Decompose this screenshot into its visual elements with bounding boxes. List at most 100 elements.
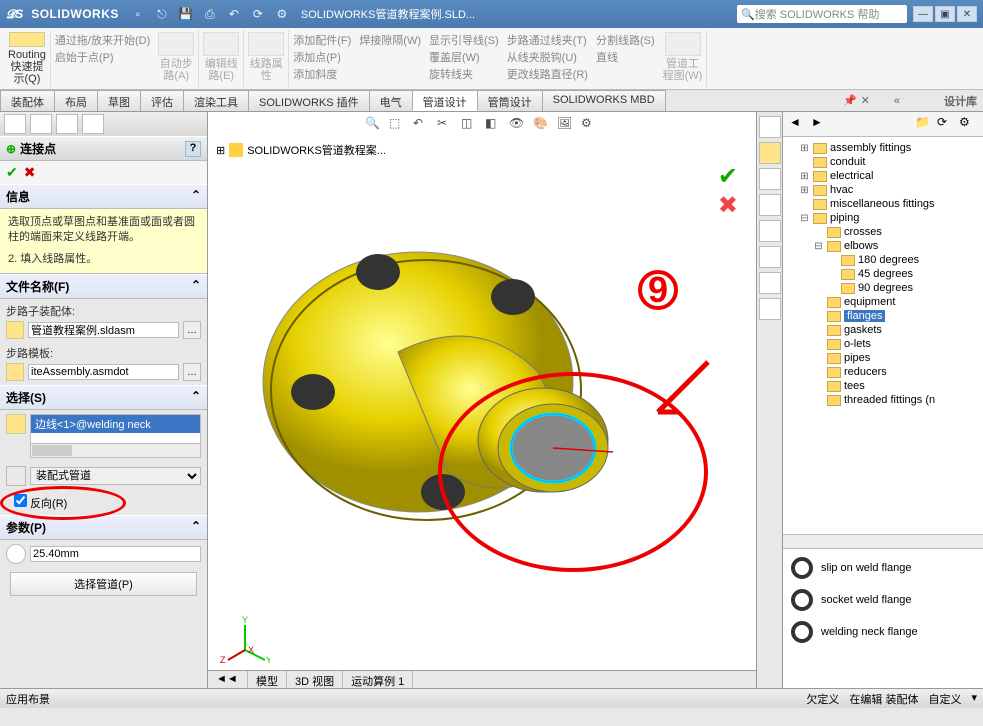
add-location-icon[interactable]: 📁 bbox=[915, 115, 933, 133]
config-manager-tab[interactable] bbox=[56, 114, 78, 134]
print-icon[interactable]: ⎙ bbox=[201, 5, 219, 23]
route-through-clip[interactable]: 步路通过线夹(T) bbox=[507, 32, 588, 48]
split-route[interactable]: 分割线路(S) bbox=[596, 32, 655, 48]
expander-icon[interactable]: ⊟ bbox=[813, 241, 824, 252]
start-at-point[interactable]: 启始于点(P) bbox=[55, 49, 150, 65]
expander-icon[interactable]: ⊟ bbox=[799, 213, 810, 224]
pm-ok-button[interactable]: ✔ bbox=[6, 164, 18, 181]
template-input[interactable] bbox=[28, 364, 179, 380]
tree-node-45-degrees[interactable]: 45 degrees bbox=[785, 267, 981, 281]
new-icon[interactable]: ▫ bbox=[129, 5, 147, 23]
preview-item-slip-on[interactable]: slip on weld flange bbox=[791, 557, 975, 579]
options-icon[interactable]: ⚙ bbox=[273, 5, 291, 23]
flange-model[interactable] bbox=[248, 172, 688, 612]
vtab-motion[interactable]: 运动算例 1 bbox=[343, 671, 413, 688]
vtab-3dview[interactable]: 3D 视图 bbox=[287, 671, 343, 688]
collapse-info-icon[interactable]: ⌃ bbox=[191, 188, 201, 205]
save-icon[interactable]: 💾 bbox=[177, 5, 195, 23]
reverse-checkbox[interactable] bbox=[14, 494, 27, 507]
editroute-group[interactable]: 编辑线 路(E) bbox=[199, 30, 244, 87]
tree-node-hvac[interactable]: ⊞hvac bbox=[785, 183, 981, 197]
tab-mbd[interactable]: SOLIDWORKS MBD bbox=[542, 90, 666, 111]
info-header[interactable]: 信息⌃ bbox=[0, 184, 207, 209]
add-point[interactable]: 添加点(P) bbox=[293, 49, 351, 65]
unhook-clip[interactable]: 从线夹脱钩(U) bbox=[507, 49, 588, 65]
display-style-icon[interactable]: ◧ bbox=[485, 116, 503, 134]
view-orientation-icon[interactable]: ◫ bbox=[461, 116, 479, 134]
tree-node-crosses[interactable]: crosses bbox=[785, 225, 981, 239]
routing-quicktips-group[interactable]: Routing 快速提 示(Q) bbox=[4, 30, 51, 87]
rotate-clip[interactable]: 旋转线夹 bbox=[429, 66, 499, 82]
tab-assembly[interactable]: 装配体 bbox=[0, 90, 55, 111]
tree-node-conduit[interactable]: conduit bbox=[785, 155, 981, 169]
start-drag-drop[interactable]: 通过拖/放来开始(D) bbox=[55, 32, 150, 48]
rebuild-icon[interactable]: ⟳ bbox=[249, 5, 267, 23]
tab-layout[interactable]: 布局 bbox=[54, 90, 98, 111]
tree-node-pipes[interactable]: pipes bbox=[785, 351, 981, 365]
custom-props-tab-icon[interactable] bbox=[759, 246, 781, 268]
flyout-tree[interactable]: ⊞ SOLIDWORKS管道教程案... bbox=[216, 142, 386, 158]
undo-icon[interactable]: ↶ bbox=[225, 5, 243, 23]
tree-node-assembly-fittings[interactable]: ⊞assembly fittings bbox=[785, 141, 981, 155]
tree-node-90-degrees[interactable]: 90 degrees bbox=[785, 281, 981, 295]
tree-node-elbows[interactable]: ⊟elbows bbox=[785, 239, 981, 253]
selection-item[interactable]: 边线<1>@welding neck bbox=[31, 415, 200, 433]
tab-addins[interactable]: SOLIDWORKS 插件 bbox=[248, 90, 370, 111]
change-diameter[interactable]: 更改线路直径(R) bbox=[507, 66, 588, 82]
file-explorer-tab-icon[interactable] bbox=[759, 168, 781, 190]
subassembly-input[interactable] bbox=[28, 322, 179, 338]
forward-icon[interactable]: ► bbox=[811, 115, 829, 133]
autoroute-group[interactable]: 自动步 路(A) bbox=[154, 30, 199, 87]
back-icon[interactable]: ◄ bbox=[789, 115, 807, 133]
browse-template-button[interactable]: … bbox=[183, 363, 201, 381]
status-unit-icon[interactable]: ▾ bbox=[971, 691, 977, 707]
prev-view-icon[interactable]: ↶ bbox=[413, 116, 431, 134]
view-triad[interactable]: Y Y Z X bbox=[220, 615, 270, 668]
zoom-area-icon[interactable]: ⬚ bbox=[389, 116, 407, 134]
tree-node-threaded-fittings-(n[interactable]: threaded fittings (n bbox=[785, 393, 981, 407]
expand-tree-icon[interactable]: ⊞ bbox=[216, 144, 225, 157]
property-manager-tab[interactable] bbox=[30, 114, 52, 134]
preview-item-socket[interactable]: socket weld flange bbox=[791, 589, 975, 611]
pm-cancel-button[interactable]: ✖ bbox=[24, 164, 36, 181]
collapse-select-icon[interactable]: ⌃ bbox=[191, 389, 201, 406]
restore-button[interactable]: ▣ bbox=[935, 6, 955, 22]
graphics-viewport[interactable]: 🔍 ⬚ ↶ ✂ ◫ ◧ 👁 🎨 🖼 ⚙ ⊞ SOLIDWORKS管道教程案...… bbox=[208, 112, 757, 688]
collapse-icon[interactable]: « bbox=[894, 95, 900, 107]
status-custom[interactable]: 自定义 bbox=[928, 691, 961, 707]
tree-node-gaskets[interactable]: gaskets bbox=[785, 323, 981, 337]
selection-list[interactable]: 边线<1>@welding neck bbox=[30, 414, 201, 444]
forum-tab-icon[interactable] bbox=[759, 272, 781, 294]
add-fitting[interactable]: 添加配件(F) bbox=[293, 32, 351, 48]
tree-node-miscellaneous-fittings[interactable]: miscellaneous fittings bbox=[785, 197, 981, 211]
tree-node-piping[interactable]: ⊟piping bbox=[785, 211, 981, 225]
hide-show-icon[interactable]: 👁 bbox=[509, 116, 527, 134]
diameter-input[interactable] bbox=[30, 546, 201, 562]
tree-node-tees[interactable]: tees bbox=[785, 379, 981, 393]
expander-icon[interactable]: ⊞ bbox=[799, 143, 810, 154]
param-header[interactable]: 参数(P)⌃ bbox=[0, 515, 207, 540]
lib-config-icon[interactable]: ⚙ bbox=[959, 115, 977, 133]
tab-render[interactable]: 渲染工具 bbox=[183, 90, 249, 111]
close-button[interactable]: ✕ bbox=[957, 6, 977, 22]
show-guidelines[interactable]: 显示引导线(S) bbox=[429, 32, 499, 48]
weld-gap[interactable]: 焊接隙隔(W) bbox=[355, 30, 425, 87]
refresh-lib-icon[interactable]: ⟳ bbox=[937, 115, 955, 133]
corner-ok-button[interactable]: ✔ bbox=[718, 162, 738, 191]
filename-header[interactable]: 文件名称(F)⌃ bbox=[0, 274, 207, 299]
tree-node-o-lets[interactable]: o-lets bbox=[785, 337, 981, 351]
section-view-icon[interactable]: ✂ bbox=[437, 116, 455, 134]
preview-item-welding-neck[interactable]: welding neck flange bbox=[791, 621, 975, 643]
tab-sketch[interactable]: 草图 bbox=[97, 90, 141, 111]
edit-appearance-icon[interactable]: 🎨 bbox=[533, 116, 551, 134]
feature-manager-tab[interactable] bbox=[4, 114, 26, 134]
help-search[interactable]: 🔍 搜索 SOLIDWORKS 帮助 bbox=[737, 5, 907, 23]
selection-scrollbar[interactable] bbox=[30, 444, 201, 458]
tree-node-180-degrees[interactable]: 180 degrees bbox=[785, 253, 981, 267]
tree-h-scrollbar[interactable] bbox=[783, 534, 983, 548]
tab-piping[interactable]: 管道设计 bbox=[412, 90, 478, 111]
expander-icon[interactable]: ⊞ bbox=[799, 185, 810, 196]
design-library-tab-icon[interactable] bbox=[759, 142, 781, 164]
browse-subassembly-button[interactable]: … bbox=[183, 321, 201, 339]
pipe-drawing-group[interactable]: 管道工 程图(W) bbox=[659, 30, 708, 87]
